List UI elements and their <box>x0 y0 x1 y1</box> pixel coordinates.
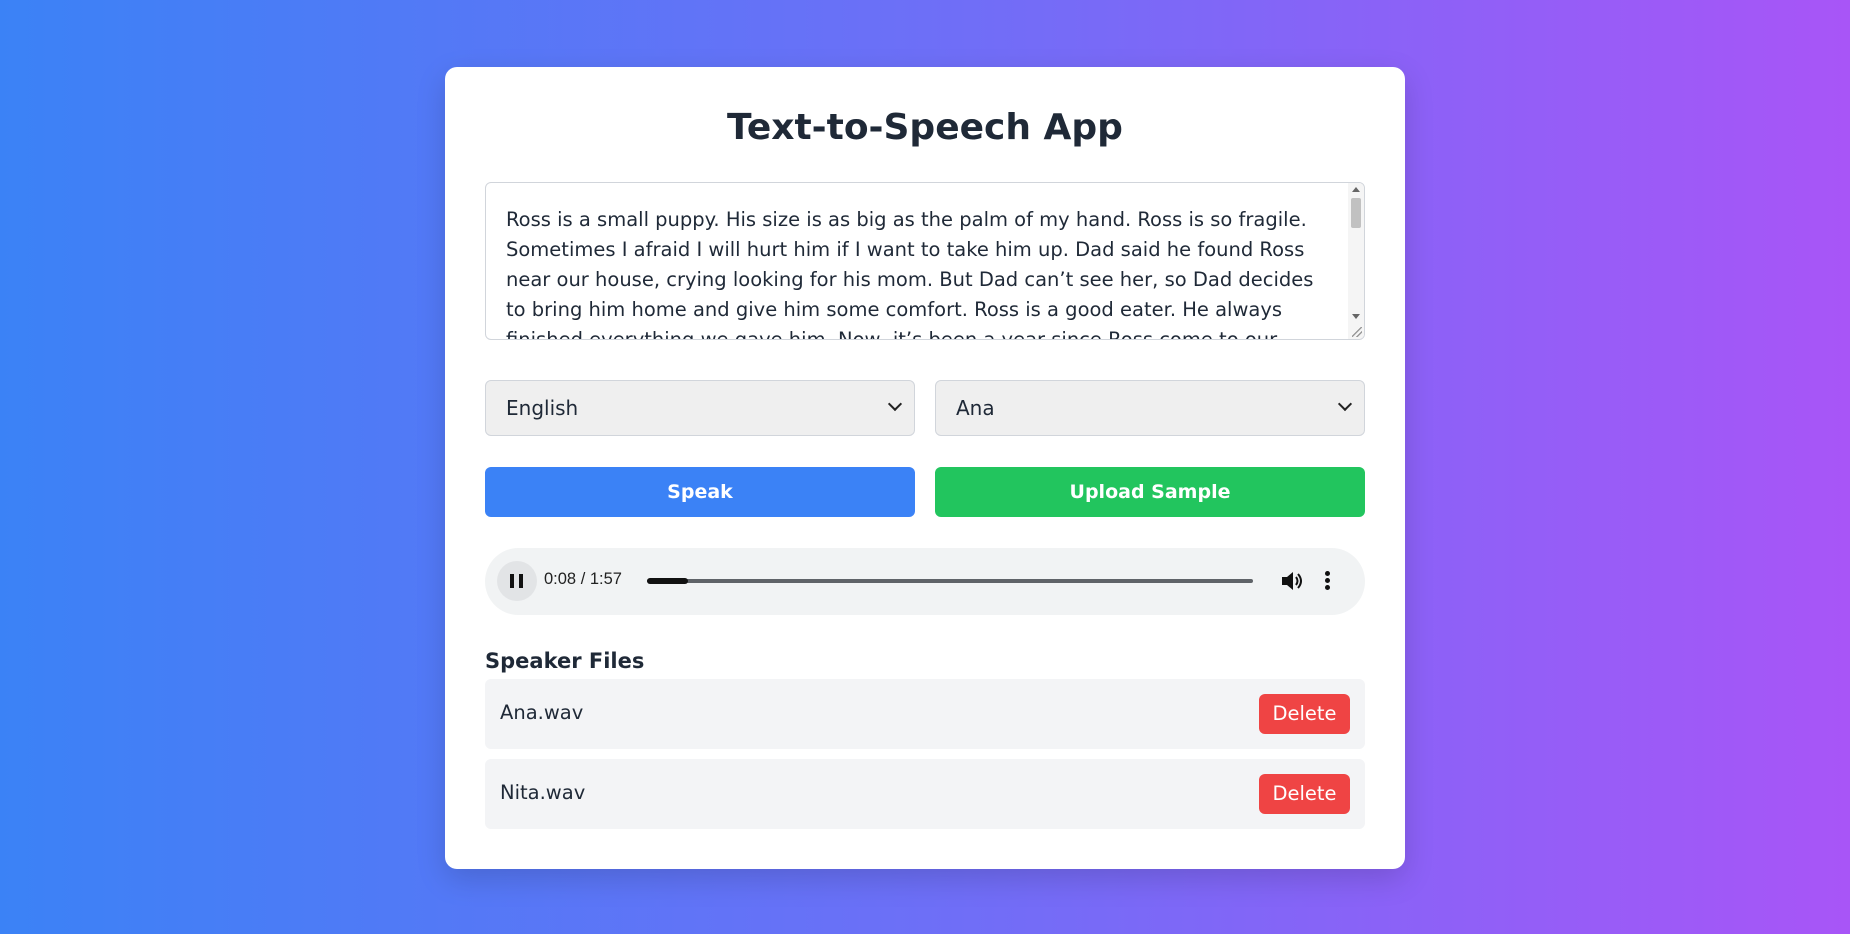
audio-progress-fill <box>647 578 689 584</box>
scroll-up-icon[interactable] <box>1352 187 1360 192</box>
file-row: Nita.wav Delete <box>485 759 1365 829</box>
pause-button[interactable] <box>497 561 537 601</box>
scrollbar-thumb[interactable] <box>1351 198 1361 228</box>
volume-icon[interactable] <box>1280 570 1304 592</box>
resize-handle-icon[interactable] <box>1352 327 1362 337</box>
language-select-value: English <box>506 396 579 420</box>
scroll-down-icon[interactable] <box>1352 314 1360 319</box>
text-input[interactable]: Ross is a small puppy. His size is as bi… <box>485 182 1365 340</box>
speaker-files-heading: Speaker Files <box>485 649 645 673</box>
file-name: Ana.wav <box>500 701 584 724</box>
file-name: Nita.wav <box>500 781 586 804</box>
audio-progress-bar[interactable] <box>647 578 1253 584</box>
upload-sample-button[interactable]: Upload Sample <box>935 467 1365 517</box>
more-options-icon[interactable] <box>1325 571 1331 591</box>
chevron-down-icon <box>887 396 903 412</box>
voice-select-value: Ana <box>956 396 995 420</box>
pause-icon-bar <box>519 574 523 588</box>
app-card: Text-to-Speech App Ross is a small puppy… <box>445 67 1405 869</box>
chevron-down-icon <box>1337 396 1353 412</box>
delete-button[interactable]: Delete <box>1259 694 1350 734</box>
text-input-content[interactable]: Ross is a small puppy. His size is as bi… <box>486 183 1348 339</box>
pause-icon <box>510 574 514 588</box>
audio-player: 0:08 / 1:57 <box>485 548 1365 615</box>
file-row: Ana.wav Delete <box>485 679 1365 749</box>
delete-button[interactable]: Delete <box>1259 774 1350 814</box>
speak-button[interactable]: Speak <box>485 467 915 517</box>
voice-select[interactable]: Ana <box>935 380 1365 436</box>
page-title: Text-to-Speech App <box>727 107 1123 148</box>
audio-time: 0:08 / 1:57 <box>544 570 622 588</box>
language-select[interactable]: English <box>485 380 915 436</box>
textarea-scrollbar[interactable] <box>1348 183 1364 339</box>
